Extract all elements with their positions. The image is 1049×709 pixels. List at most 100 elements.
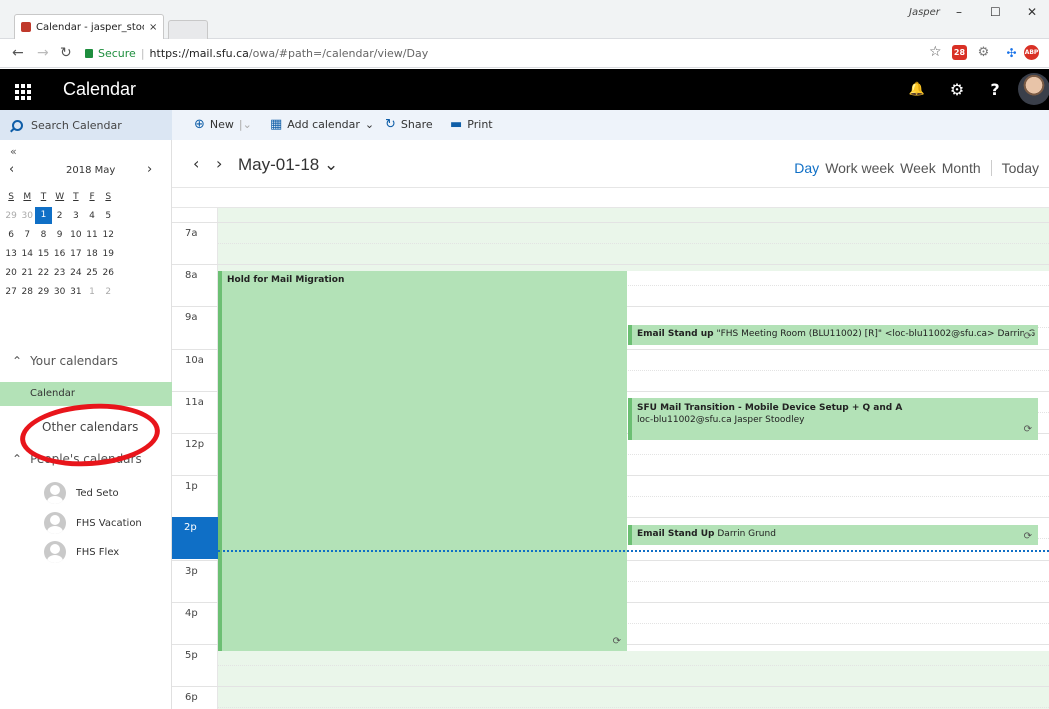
adblock-icon[interactable]: ABP (1024, 45, 1039, 60)
gear-icon[interactable]: ⚙ (938, 69, 976, 110)
hour-label: 4p (185, 608, 198, 619)
plus-circle-icon: ⊕ (194, 117, 205, 132)
person-item[interactable]: FHS Vacation (44, 512, 142, 534)
mini-calendar-day[interactable]: 29 (3, 211, 19, 221)
bookmark-star-icon[interactable]: ☆ (929, 44, 942, 60)
person-item[interactable]: FHS Flex (44, 541, 119, 563)
today-button[interactable]: Today (1002, 160, 1039, 176)
mini-calendar-day[interactable]: 16 (52, 249, 68, 259)
mini-calendar-day[interactable]: 14 (19, 249, 35, 259)
mini-calendar-title[interactable]: 2018 May (66, 165, 115, 176)
mini-calendar-day[interactable]: 28 (19, 287, 35, 297)
browser-tab[interactable]: Calendar - jasper_stoodle × (14, 14, 164, 39)
weekday-label: M (23, 191, 32, 202)
next-month-icon[interactable]: › (147, 162, 152, 177)
your-calendars-header[interactable]: ⌃ Your calendars (12, 354, 118, 368)
mini-calendar-day[interactable]: 19 (100, 249, 116, 259)
mini-calendar-day[interactable]: 17 (68, 249, 84, 259)
event-mobile-device-setup[interactable]: SFU Mail Transition - Mobile Device Setu… (628, 398, 1038, 440)
dots-extension-icon[interactable]: ✣ (1004, 45, 1019, 60)
person-icon (44, 541, 66, 563)
minimize-button[interactable]: – (956, 5, 962, 19)
mini-calendar-week: 20 21 22 23 24 25 26 (3, 263, 165, 282)
help-icon[interactable]: ? (976, 69, 1014, 110)
mini-calendar-day[interactable]: 1 (35, 207, 52, 224)
window-close-button[interactable]: ✕ (1027, 5, 1037, 19)
reload-icon[interactable]: ↻ (60, 45, 72, 61)
mini-calendar-day[interactable]: 13 (3, 249, 19, 259)
mini-calendar-day[interactable]: 26 (100, 268, 116, 278)
chevron-up-icon: ⌃ (12, 452, 23, 466)
mini-calendar-day[interactable]: 12 (100, 230, 116, 240)
mini-calendar-day[interactable]: 30 (52, 287, 68, 297)
mini-calendar-day[interactable]: 1 (84, 287, 100, 297)
profile-button[interactable]: Jasper (909, 7, 940, 18)
calendar-extension-icon[interactable]: 28 (952, 45, 967, 60)
mini-calendar-day[interactable]: 23 (52, 268, 68, 278)
mini-calendar-week: 27 28 29 30 31 1 2 (3, 282, 165, 301)
mini-calendar-day[interactable]: 18 (84, 249, 100, 259)
event-detail: Darrin Grund (717, 529, 776, 539)
mini-calendar-day[interactable]: 2 (52, 211, 68, 221)
mini-calendar-day[interactable]: 3 (68, 211, 84, 221)
forward-arrow-icon[interactable]: → (37, 45, 49, 61)
new-tab-button[interactable] (168, 20, 208, 39)
app-launcher-icon[interactable] (8, 77, 34, 103)
event-email-stand-up-2[interactable]: Email Stand Up Darrin Grund ⟳ (628, 525, 1038, 545)
gear-extension-icon[interactable]: ⚙ (976, 45, 991, 60)
back-arrow-icon[interactable]: ← (12, 45, 24, 61)
date-title[interactable]: May-01-18 ⌄ (238, 155, 338, 175)
mini-calendar-day[interactable]: 21 (19, 268, 35, 278)
mini-calendar-day[interactable]: 8 (35, 230, 51, 240)
chevron-down-icon[interactable]: |⌄ (239, 118, 252, 131)
maximize-button[interactable]: ☐ (990, 5, 1001, 19)
time-gutter (172, 208, 218, 709)
calendar-item[interactable]: Calendar (0, 382, 172, 406)
mini-calendar-day[interactable]: 15 (35, 249, 51, 259)
collapse-pane-icon[interactable]: « (10, 145, 17, 158)
hour-label: 8a (185, 270, 198, 281)
mini-calendar-day[interactable]: 31 (68, 287, 84, 297)
weekday-label: F (89, 191, 95, 202)
mini-calendar-day[interactable]: 22 (35, 268, 51, 278)
mini-calendar-day[interactable]: 10 (68, 230, 84, 240)
mini-calendar-day[interactable]: 20 (3, 268, 19, 278)
tab-close-icon[interactable]: × (149, 22, 157, 33)
avatar[interactable] (1018, 73, 1049, 105)
all-day-row[interactable] (172, 188, 1049, 208)
new-button[interactable]: ⊕ New |⌄ (194, 117, 252, 132)
mini-calendar-day[interactable]: 11 (84, 230, 100, 240)
share-button[interactable]: ↻ Share (385, 117, 433, 132)
prev-day-icon[interactable]: ‹ (193, 154, 199, 173)
view-work-week[interactable]: Work week (825, 160, 894, 176)
url-host: https://mail.sfu.ca (149, 47, 249, 60)
next-day-icon[interactable]: › (216, 154, 222, 173)
mini-calendar-day[interactable]: 27 (3, 287, 19, 297)
mini-calendar-day[interactable]: 25 (84, 268, 100, 278)
add-calendar-button[interactable]: ▦ Add calendar ⌄ (270, 117, 374, 132)
mini-calendar-day[interactable]: 6 (3, 230, 19, 240)
mini-calendar-day[interactable]: 7 (19, 230, 35, 240)
print-button[interactable]: ▬ Print (450, 117, 493, 132)
mini-calendar-day[interactable]: 2 (100, 287, 116, 297)
event-email-stand-up[interactable]: Email Stand up "FHS Meeting Room (BLU110… (628, 325, 1038, 345)
view-switcher: Day Work week Week Month Today (794, 160, 1039, 176)
url-field[interactable]: Secure | https://mail.sfu.ca/owa/#path=/… (85, 43, 915, 64)
view-week[interactable]: Week (900, 160, 936, 176)
mini-calendar-day[interactable]: 30 (19, 211, 35, 221)
hour-line (172, 264, 1049, 265)
prev-month-icon[interactable]: ‹ (9, 162, 14, 177)
view-month[interactable]: Month (942, 160, 981, 176)
event-hold-for-mail-migration[interactable]: Hold for Mail Migration ⟳ (218, 271, 627, 651)
person-item[interactable]: Ted Seto (44, 482, 119, 504)
mini-calendar-day[interactable]: 4 (84, 211, 100, 221)
current-time-line (218, 550, 1049, 552)
view-day[interactable]: Day (794, 160, 819, 176)
search-input[interactable]: Search Calendar (0, 110, 172, 140)
mini-calendar-day[interactable]: 9 (52, 230, 68, 240)
mini-calendar-day[interactable]: 5 (100, 211, 116, 221)
hour-label: 9a (185, 312, 198, 323)
mini-calendar-day[interactable]: 29 (35, 287, 51, 297)
mini-calendar-day[interactable]: 24 (68, 268, 84, 278)
bell-icon[interactable]: 🔔 (898, 69, 936, 110)
